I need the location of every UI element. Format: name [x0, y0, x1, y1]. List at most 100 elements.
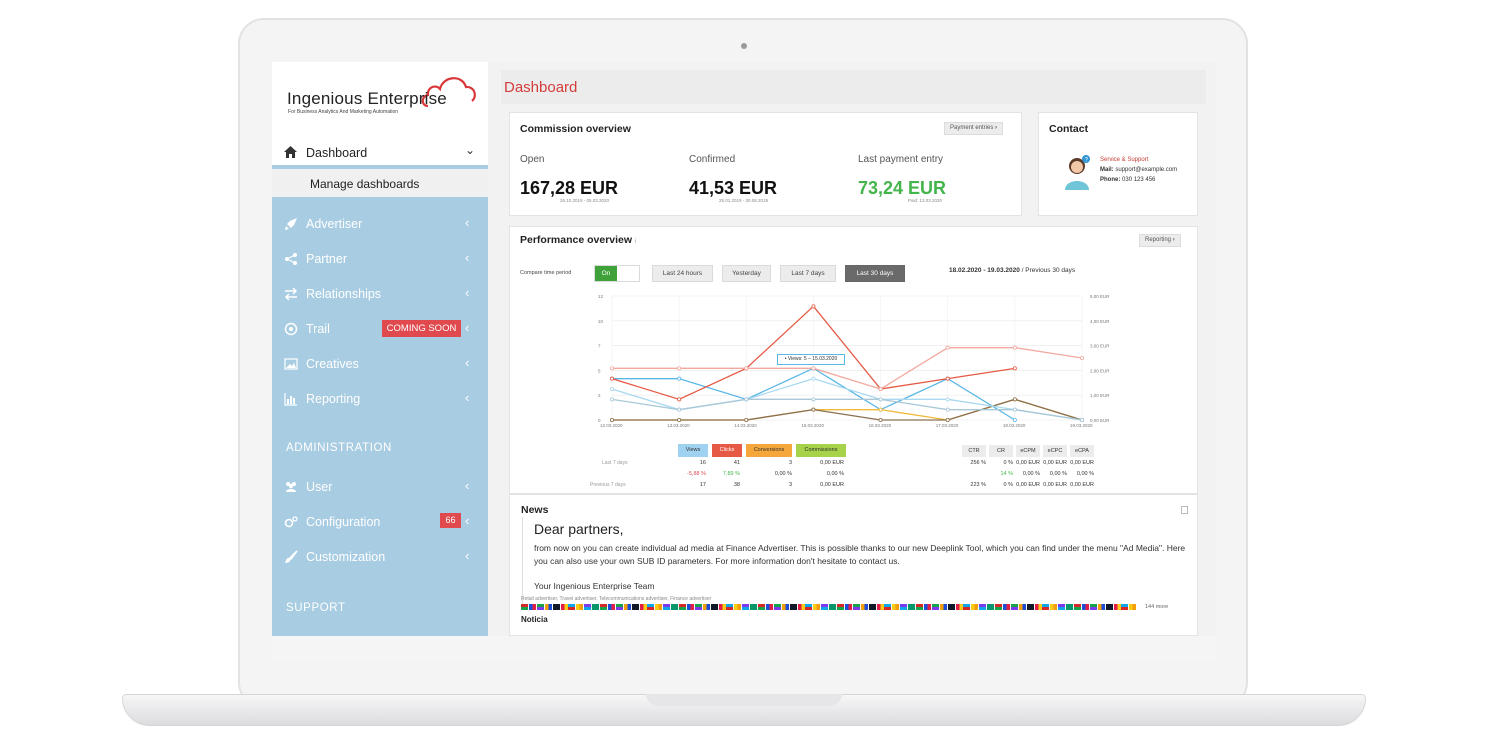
row-label-previous-7: Previous 7 days — [590, 482, 626, 488]
flag-icon — [995, 604, 1002, 610]
flag-icon — [1129, 604, 1137, 610]
stat-views-current: 16 — [699, 460, 706, 466]
info-icon[interactable]: i — [635, 239, 636, 245]
flag-icon — [821, 604, 829, 610]
kpi-ecpc-change: 0,00 % — [1049, 471, 1067, 477]
phone-value: 030 123 456 — [1122, 177, 1156, 183]
confirmed-value: 41,53 EUR — [689, 178, 778, 198]
last-payment-dates: Paid: 13.03.2020 — [908, 198, 943, 203]
legend-conversions[interactable]: Conversions — [746, 444, 792, 457]
y2-tick-label: 0,00 EUR — [1090, 418, 1110, 423]
period-last-24-hours[interactable]: Last 24 hours — [652, 265, 713, 282]
flag-icon — [1050, 604, 1058, 610]
period-last-7-days[interactable]: Last 7 days — [780, 265, 836, 282]
kpi-head-ecpa: eCPA — [1070, 445, 1094, 457]
stat-conversions-change: 0,00 % — [774, 471, 792, 477]
chevron-left-icon: ‹ — [465, 250, 470, 265]
flag-icon — [868, 604, 876, 610]
kpi-head-ctr: CTR — [962, 445, 986, 457]
stat-views-change: -5,88 % — [687, 471, 706, 477]
kpi-cr-current: 0 % — [1003, 460, 1013, 466]
period-last-30-days[interactable]: Last 30 days — [845, 265, 905, 282]
sidebar-item-manage-dashboards[interactable]: Manage dashboards — [272, 169, 488, 197]
support-agent-avatar: ? — [1065, 155, 1090, 190]
data-point — [677, 366, 682, 371]
section-administration: ADMINISTRATION — [286, 442, 392, 454]
stat-views-previous: 17 — [699, 482, 706, 488]
sidebar-item-reporting[interactable]: Reporting ‹ — [272, 385, 488, 413]
data-point — [609, 376, 614, 381]
flag-icon — [773, 604, 781, 610]
data-point — [878, 417, 883, 422]
flag-icon — [1042, 604, 1050, 610]
kpi-ctr-current: 256 % — [970, 460, 986, 466]
flag-icon — [1113, 604, 1121, 610]
flag-icon — [916, 604, 923, 610]
sidebar-item-label: Advertiser — [306, 217, 363, 231]
contact-mail[interactable]: Mail: support@example.com — [1100, 167, 1177, 173]
data-point — [744, 366, 749, 371]
sidebar-item-user[interactable]: User ‹ — [272, 473, 488, 501]
bar-chart-icon — [284, 393, 297, 406]
legend-clicks[interactable]: Clicks — [712, 444, 742, 457]
data-point — [1012, 366, 1017, 371]
flag-icon — [1089, 604, 1097, 610]
date-range-previous: / Previous 30 days — [1021, 267, 1076, 274]
kpi-head-ecpc: eCPC — [1043, 445, 1067, 457]
chevron-left-icon: ‹ — [465, 355, 470, 370]
sidebar-item-advertiser[interactable]: Advertiser ‹ — [272, 210, 488, 238]
y2-tick-label: 3,00 EUR — [1090, 344, 1110, 349]
document-icon[interactable] — [1181, 506, 1188, 514]
data-point — [609, 387, 614, 392]
compare-toggle[interactable]: On — [594, 265, 640, 282]
flag-icon — [1010, 604, 1018, 610]
legend-commissions[interactable]: Commissions — [796, 444, 846, 457]
legend-views[interactable]: Views — [678, 444, 708, 457]
flag-icon — [623, 604, 631, 610]
sidebar-item-relationships[interactable]: Relationships ‹ — [272, 280, 488, 308]
y-tick-label: 2 — [598, 393, 601, 398]
y2-tick-label: 5,00 EUR — [1090, 294, 1110, 299]
period-yesterday[interactable]: Yesterday — [722, 265, 771, 282]
news-signature: Your Ingenious Enterprise Team — [534, 581, 655, 591]
y-tick-label: 12 — [598, 294, 604, 299]
news-heading: Dear partners, — [534, 521, 624, 537]
sidebar-item-dashboard[interactable]: Dashboard ⌄ — [272, 138, 488, 167]
flag-icon — [734, 604, 742, 610]
kpi-ecpa-previous: 0,00 EUR — [1070, 482, 1094, 488]
reporting-button[interactable]: Reporting › — [1139, 234, 1181, 247]
sidebar-item-creatives[interactable]: Creatives ‹ — [272, 350, 488, 378]
x-tick-label: 18.03.2020 — [1003, 423, 1026, 428]
bottom-bar — [272, 636, 1216, 660]
flag-icon — [758, 604, 765, 610]
flag-icon — [1034, 604, 1042, 610]
mail-label: Mail: — [1100, 167, 1114, 173]
flag-icon — [1018, 604, 1026, 610]
sidebar-item-label: Configuration — [306, 515, 381, 529]
flag-icon — [987, 604, 995, 610]
data-point — [1012, 417, 1017, 422]
flags-more[interactable]: 144 more — [1145, 604, 1168, 610]
flag-icon — [536, 604, 544, 610]
flag-icon — [647, 604, 655, 610]
data-point — [1012, 345, 1017, 350]
kpi-ecpm-previous: 0,00 EUR — [1016, 482, 1040, 488]
payment-entries-button[interactable]: Payment entries › — [944, 122, 1004, 135]
data-point — [609, 417, 614, 422]
flag-icon — [979, 604, 987, 610]
brush-icon — [285, 550, 298, 563]
sidebar-item-customization[interactable]: Customization ‹ — [272, 543, 488, 571]
flag-icon — [923, 604, 931, 610]
data-point — [945, 345, 950, 350]
y2-tick-label: 2,00 EUR — [1090, 368, 1110, 373]
stat-commissions-change: 0,00 % — [826, 471, 844, 477]
sidebar-item-partner[interactable]: Partner ‹ — [272, 245, 488, 273]
stat-conversions-current: 3 — [788, 460, 792, 466]
row-label-last-7: Last 7 days — [602, 460, 628, 466]
rocket-icon — [285, 218, 297, 230]
data-point — [811, 366, 816, 371]
chevron-left-icon: ‹ — [465, 478, 470, 493]
logo[interactable]: Ingenious Enterprise For Business Analyt… — [272, 62, 488, 138]
data-point — [878, 397, 883, 402]
confirmed-dates: 25.01.2019 - 30.08.2019 — [719, 198, 769, 203]
